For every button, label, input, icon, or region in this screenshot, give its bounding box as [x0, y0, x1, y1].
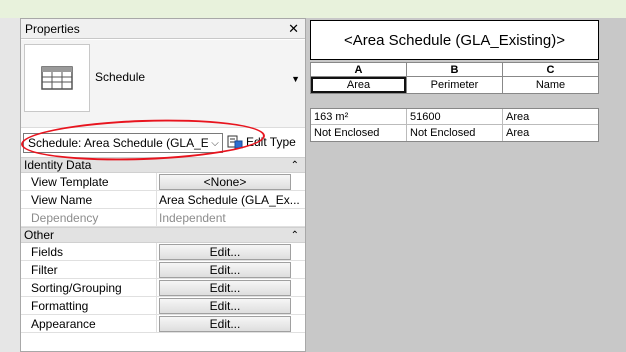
schedule-table-icon	[24, 44, 90, 112]
dependency-value: Independent	[159, 210, 226, 225]
property-row-view-name: View Name Area Schedule (GLA_Ex...	[21, 191, 305, 209]
property-label: Filter	[21, 261, 157, 278]
chevron-down-icon[interactable]: ⌵	[208, 138, 222, 149]
property-row-view-template: View Template <None>	[21, 173, 305, 191]
property-label: Fields	[21, 243, 157, 260]
table-row[interactable]: Not Enclosed Not Enclosed Area	[311, 125, 598, 141]
collapse-icon[interactable]: ⌃	[291, 160, 299, 171]
property-row-fields: Fields Edit...	[21, 243, 305, 261]
table-row[interactable]: 163 m² 51600 Area	[311, 109, 598, 125]
property-label: Sorting/Grouping	[21, 279, 157, 296]
view-name-field[interactable]: Area Schedule (GLA_Ex...	[157, 191, 305, 208]
properties-title: Properties	[25, 21, 80, 36]
schedule-body: 163 m² 51600 Area Not Enclosed Not Enclo…	[310, 108, 599, 142]
property-label: Formatting	[21, 297, 157, 314]
property-row-sorting-grouping: Sorting/Grouping Edit...	[21, 279, 305, 297]
filter-edit-button[interactable]: Edit...	[159, 261, 291, 278]
property-row-formatting: Formatting Edit...	[21, 297, 305, 315]
instance-selector-value: Schedule: Area Schedule (GLA_Ex	[28, 136, 208, 150]
property-label: Dependency	[21, 209, 157, 226]
type-selector[interactable]: Schedule ▼	[21, 40, 305, 128]
property-grid: Identity Data ⌃ View Template <None> Vie…	[21, 157, 305, 333]
table-cell[interactable]: Not Enclosed	[311, 125, 407, 141]
column-c[interactable]: C Name	[503, 63, 598, 93]
group-identity-data[interactable]: Identity Data ⌃	[21, 157, 305, 173]
group-other[interactable]: Other ⌃	[21, 227, 305, 243]
schedule-header: A Area B Perimeter C Name	[310, 62, 599, 94]
column-letter: B	[407, 63, 502, 77]
instance-selector[interactable]: Schedule: Area Schedule (GLA_Ex ⌵	[23, 133, 223, 153]
property-row-filter: Filter Edit...	[21, 261, 305, 279]
dropdown-arrow-icon[interactable]: ▼	[291, 74, 300, 84]
left-gutter	[0, 18, 20, 352]
column-letter: A	[311, 63, 406, 77]
column-letter: C	[503, 63, 598, 77]
property-label: Appearance	[21, 315, 157, 332]
formatting-edit-button[interactable]: Edit...	[159, 297, 291, 314]
table-cell[interactable]: Not Enclosed	[407, 125, 503, 141]
appearance-edit-button[interactable]: Edit...	[159, 315, 291, 332]
type-name: Schedule	[95, 70, 146, 84]
edit-type-button[interactable]: Edit Type	[227, 134, 296, 150]
column-a[interactable]: A Area	[311, 63, 407, 93]
close-icon[interactable]: ✕	[288, 22, 299, 35]
property-row-appearance: Appearance Edit...	[21, 315, 305, 333]
property-label: View Name	[21, 191, 157, 208]
schedule-title[interactable]: <Area Schedule (GLA_Existing)>	[310, 20, 599, 60]
view-template-button[interactable]: <None>	[159, 173, 291, 190]
group-label: Identity Data	[24, 158, 92, 172]
fields-edit-button[interactable]: Edit...	[159, 243, 291, 260]
properties-title-bar[interactable]: Properties ✕	[21, 19, 305, 39]
column-header-perimeter[interactable]: Perimeter	[407, 77, 502, 93]
table-cell[interactable]: Area	[503, 109, 598, 125]
group-label: Other	[24, 228, 55, 242]
column-header-name[interactable]: Name	[503, 77, 598, 93]
property-label: View Template	[21, 173, 157, 190]
properties-palette: Properties ✕ Schedule ▼ Schedule: Area S…	[20, 18, 306, 352]
edit-type-icon	[227, 135, 243, 149]
column-b[interactable]: B Perimeter	[407, 63, 503, 93]
column-header-area[interactable]: Area	[311, 77, 406, 93]
schedule-view: <Area Schedule (GLA_Existing)> A Area B …	[310, 20, 600, 142]
instance-row: Schedule: Area Schedule (GLA_Ex ⌵ Edit T…	[21, 129, 305, 157]
property-row-dependency: Dependency Independent	[21, 209, 305, 227]
sorting-grouping-edit-button[interactable]: Edit...	[159, 279, 291, 296]
edit-type-label: Edit Type	[246, 135, 296, 149]
table-cell[interactable]: 51600	[407, 109, 503, 125]
table-cell[interactable]: Area	[503, 125, 598, 141]
table-cell[interactable]: 163 m²	[311, 109, 407, 125]
top-strip	[0, 0, 626, 18]
collapse-icon[interactable]: ⌃	[291, 230, 299, 241]
